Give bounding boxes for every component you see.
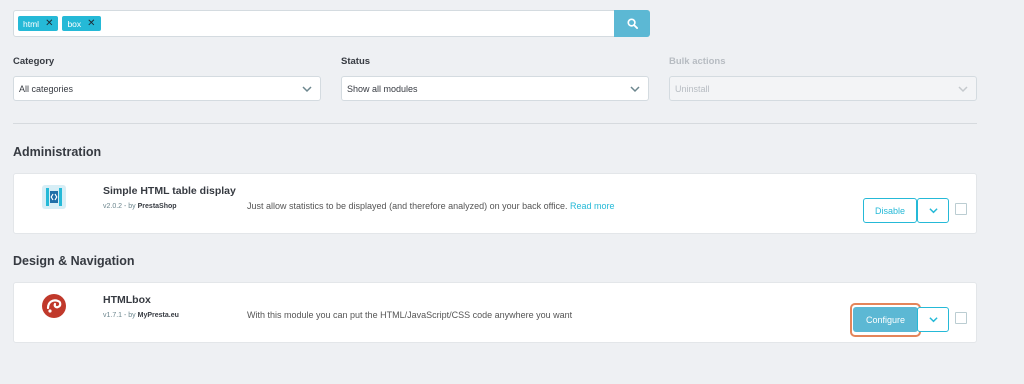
module-select-checkbox[interactable]: [955, 312, 967, 324]
module-version-text: v2.0.2 - by: [103, 203, 136, 210]
bulk-actions-label: Bulk actions: [669, 56, 726, 67]
module-description: Just allow statistics to be displayed (a…: [247, 201, 615, 211]
code-module-icon: [42, 185, 66, 209]
search-tag-box: box ✕: [62, 16, 101, 31]
category-select[interactable]: All categories: [13, 76, 321, 101]
module-card-simple-html-table: Simple HTML table display v2.0.2 - by Pr…: [13, 173, 977, 234]
status-select-value: Show all modules: [347, 83, 418, 94]
disable-button[interactable]: Disable: [863, 198, 917, 223]
mypresta-logo-icon: [42, 294, 66, 318]
module-actions-dropdown[interactable]: [917, 307, 949, 332]
search-icon: [626, 18, 638, 29]
section-title-design-navigation: Design & Navigation: [13, 254, 135, 268]
module-search-bar[interactable]: html ✕ box ✕: [13, 10, 650, 37]
module-name: Simple HTML table display: [103, 185, 236, 197]
module-card-htmlbox: HTMLbox v1.7.1 - by MyPresta.eu With thi…: [13, 282, 977, 343]
tag-label: html: [23, 18, 40, 29]
module-author: PrestaShop: [137, 203, 177, 210]
module-version: v1.7.1 - by MyPresta.eu: [103, 312, 179, 319]
chevron-down-icon: [302, 86, 312, 93]
module-description: With this module you can put the HTML/Ja…: [247, 310, 573, 320]
chevron-down-icon: [928, 208, 938, 214]
category-select-value: All categories: [19, 83, 74, 94]
section-title-administration: Administration: [13, 145, 102, 159]
module-version: v2.0.2 - by PrestaShop: [103, 203, 177, 210]
module-description-text: Just allow statistics to be displayed (a…: [247, 201, 568, 211]
search-button[interactable]: [614, 10, 650, 37]
module-author: MyPresta.eu: [137, 312, 179, 319]
chevron-down-icon: [630, 86, 640, 93]
module-actions-dropdown[interactable]: [917, 198, 949, 223]
tag-remove-icon[interactable]: ✕: [45, 18, 53, 29]
tag-remove-icon[interactable]: ✕: [87, 18, 95, 29]
module-name: HTMLbox: [103, 294, 151, 306]
configure-button[interactable]: Configure: [853, 307, 918, 332]
chevron-down-icon: [928, 317, 938, 323]
read-more-link[interactable]: Read more: [570, 201, 615, 211]
status-select[interactable]: Show all modules: [341, 76, 649, 101]
search-tag-html: html ✕: [18, 16, 59, 31]
tag-label: box: [67, 18, 82, 29]
category-label: Category: [13, 56, 55, 67]
module-select-checkbox[interactable]: [955, 203, 967, 215]
status-label: Status: [341, 56, 371, 67]
module-version-text: v1.7.1 - by: [103, 312, 136, 319]
bulk-actions-select-value: Uninstall: [675, 83, 710, 94]
divider: [13, 123, 977, 124]
chevron-down-icon: [958, 86, 968, 93]
bulk-actions-select: Uninstall: [669, 76, 977, 101]
